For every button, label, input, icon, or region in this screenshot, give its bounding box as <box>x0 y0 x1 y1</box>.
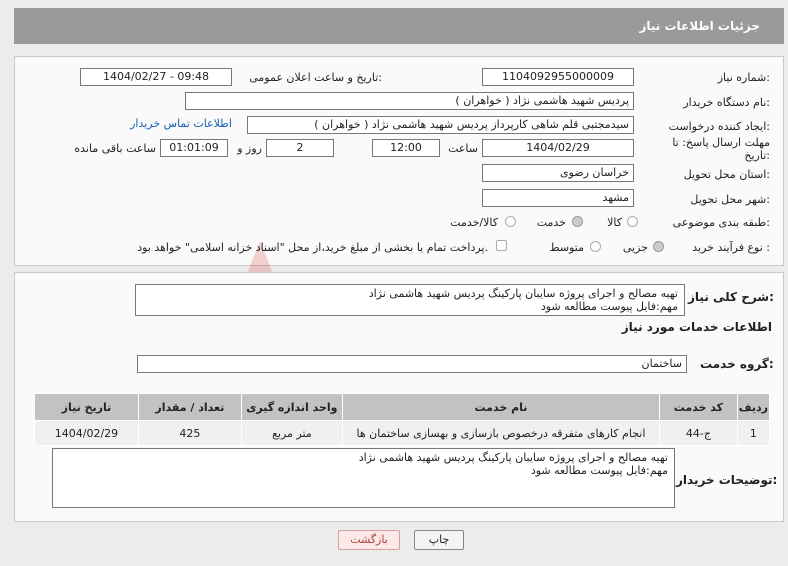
page-header: جزئیات اطلاعات نیاز <box>14 8 784 44</box>
buyer-notes-line-2: مهم:فایل پیوست مطالعه شود <box>530 464 668 477</box>
table-header-row: ردیف کد خدمت نام خدمت واحد اندازه گیری ت… <box>34 393 771 421</box>
cell-code: ج-44 <box>659 420 738 446</box>
process-radio-medium[interactable] <box>590 241 601 252</box>
creator-field: سیدمجتبی قلم شاهی کارپرداز پردیس شهید ها… <box>247 116 634 134</box>
services-section-title: اطلاعات خدمات مورد نیاز <box>621 320 772 334</box>
summary-label: شرح کلی نیاز: <box>688 290 774 304</box>
cell-date: 1404/02/29 <box>34 420 139 446</box>
service-group-label: گروه خدمت: <box>700 357 774 371</box>
back-button[interactable]: بازگشت <box>338 530 400 550</box>
treasury-payment-note: پرداخت تمام یا بخشی از مبلغ خرید،از محل … <box>137 241 488 254</box>
service-group-field: ساختمان <box>137 355 687 373</box>
services-table-wrap: ردیف کد خدمت نام خدمت واحد اندازه گیری ت… <box>34 393 771 446</box>
summary-textarea: تهیه مصالح و اجرای پروژه سایبان پارکینگ … <box>135 284 685 316</box>
buyer-org-field: پردیس شهید هاشمی نژاد ( خواهران ) <box>185 92 634 110</box>
process-radio-minor[interactable] <box>653 241 664 252</box>
category-option-service: خدمت <box>536 216 566 229</box>
treasury-payment-checkbox[interactable] <box>496 240 507 251</box>
col-name-header: نام خدمت <box>341 393 661 421</box>
services-table: ردیف کد خدمت نام خدمت واحد اندازه گیری ت… <box>34 393 771 446</box>
table-row: 1 ج-44 انجام کارهای متفرقه درخصوص بازساز… <box>34 420 771 446</box>
category-radio-service[interactable] <box>572 216 583 227</box>
days-field: 2 <box>266 139 334 157</box>
cell-unit: متر مربع <box>240 420 343 446</box>
process-option-medium: متوسط <box>549 241 584 254</box>
deadline-label-text: مهلت ارسال پاسخ: تا تاریخ: <box>672 136 770 162</box>
creator-label: ایجاد کننده درخواست: <box>668 120 770 133</box>
need-number-field: 1104092955000009 <box>482 68 634 86</box>
summary-line-2: مهم:فایل پیوست مطالعه شود <box>540 300 678 313</box>
buyer-contact-link[interactable]: اطلاعات تماس خریدار <box>110 117 232 130</box>
col-date-header: تاریخ نیاز <box>34 393 139 421</box>
col-unit-header: واحد اندازه گیری <box>240 393 343 421</box>
category-radio-goods[interactable] <box>627 216 638 227</box>
city-label: شهر محل تحویل: <box>690 193 770 206</box>
buyer-notes-textarea: تهیه مصالح و اجرای پروژه سایبان پارکینگ … <box>52 448 675 508</box>
process-option-minor: جزیی <box>622 241 648 254</box>
print-button[interactable]: چاپ <box>414 530 464 550</box>
deadline-date-field: 1404/02/29 <box>482 139 634 157</box>
cell-row: 1 <box>736 420 771 446</box>
buyer-notes-label: توضیحات خریدار: <box>676 473 777 487</box>
days-label: روز و <box>237 142 262 155</box>
city-field: مشهد <box>482 189 634 207</box>
buyer-notes-line-1: تهیه مصالح و اجرای پروژه سایبان پارکینگ … <box>358 451 668 464</box>
col-row-header: ردیف <box>736 393 771 421</box>
process-label: نوع فرآیند خرید : <box>692 241 770 254</box>
cell-name: انجام کارهای متفرقه درخصوص بازسازی و بهس… <box>341 420 661 446</box>
remaining-label: ساعت باقی مانده <box>74 142 156 155</box>
deadline-time-field: 12:00 <box>372 139 440 157</box>
buyer-org-label: نام دستگاه خریدار: <box>683 96 770 109</box>
page-title: جزئیات اطلاعات نیاز <box>639 19 760 33</box>
summary-line-1: تهیه مصالح و اجرای پروژه سایبان پارکینگ … <box>368 287 678 300</box>
category-radio-both[interactable] <box>505 216 516 227</box>
col-code-header: کد خدمت <box>659 393 738 421</box>
category-option-both: کالا/خدمت <box>450 216 498 229</box>
deadline-label: مهلت ارسال پاسخ: تا تاریخ: <box>660 136 770 162</box>
announce-field: 1404/02/27 - 09:48 <box>80 68 232 86</box>
category-option-goods: کالا <box>607 216 622 229</box>
category-label: طبقه بندی موضوعی: <box>672 216 770 229</box>
cell-qty: 425 <box>137 420 242 446</box>
announce-label: تاریخ و ساعت اعلان عمومی: <box>249 71 382 84</box>
province-label: استان محل تحویل: <box>683 168 770 181</box>
col-qty-header: تعداد / مقدار <box>137 393 242 421</box>
remaining-time-field: 01:01:09 <box>160 139 228 157</box>
need-number-label: شماره نیاز: <box>717 71 770 84</box>
deadline-time-label: ساعت <box>448 142 478 155</box>
province-field: خراسان رضوی <box>482 164 634 182</box>
